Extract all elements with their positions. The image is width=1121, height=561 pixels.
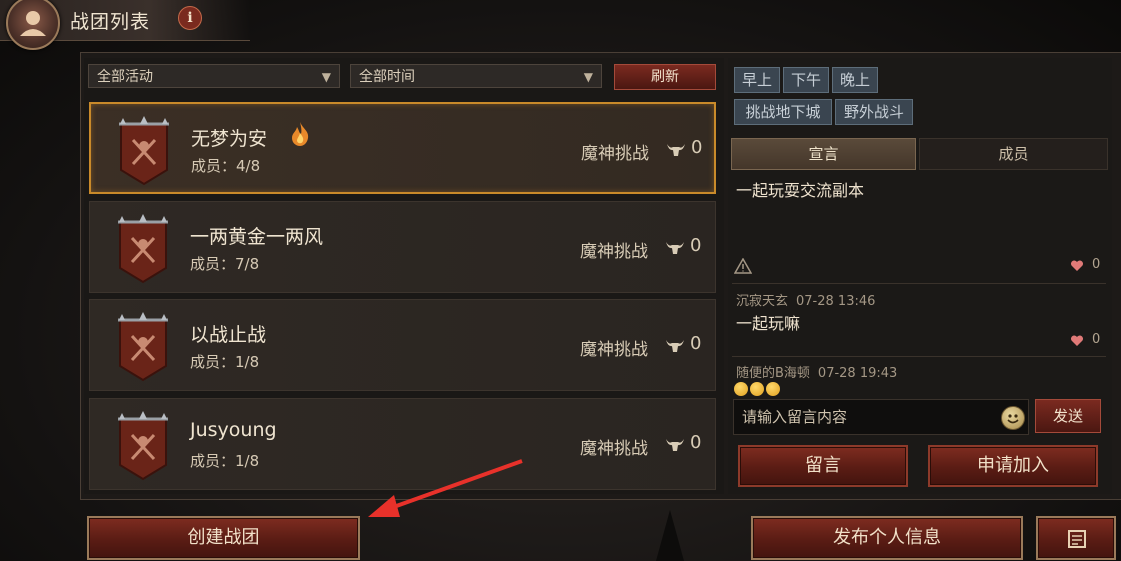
comment-text: 一起玩嘛 <box>736 314 801 333</box>
bull-skull-icon <box>666 439 684 451</box>
message-input[interactable] <box>733 399 1029 435</box>
pointer-arrow-icon <box>368 459 523 517</box>
leave-message-button[interactable]: 留言 <box>738 445 908 487</box>
tab-members[interactable]: 成员 <box>919 138 1108 170</box>
team-count: 0 <box>690 235 702 256</box>
bull-skull-icon <box>667 144 685 156</box>
bull-skull-icon <box>666 242 684 254</box>
divider <box>732 356 1106 357</box>
fire-icon <box>292 122 309 146</box>
comment-time: 07-28 19:43 <box>817 366 898 381</box>
tag-dungeon: 挑战地下城 <box>734 99 832 125</box>
team-row[interactable]: 以战止战 成员：1/8 魔神挑战 0 <box>89 299 716 391</box>
team-row[interactable]: 一两黄金一两风 成员：7/8 魔神挑战 0 <box>89 201 716 293</box>
refresh-button[interactable]: 刷新 <box>614 64 716 90</box>
team-members: 成员：1/8 <box>190 353 260 371</box>
team-count: 0 <box>690 333 702 354</box>
apply-join-button[interactable]: 申请加入 <box>928 445 1098 487</box>
guild-avatar-icon[interactable] <box>6 0 60 50</box>
report-icon[interactable] <box>734 258 752 274</box>
comment-meta: 沉寂天玄 07-28 13:46 <box>736 290 875 309</box>
emoji-picker-icon[interactable] <box>1001 406 1025 430</box>
team-name: Jusyoung <box>190 419 277 441</box>
like-count: 0 <box>1092 332 1101 347</box>
comment-author: 沉寂天玄 <box>736 294 789 309</box>
team-banner-icon <box>118 411 168 481</box>
tag-evening: 晚上 <box>832 67 878 93</box>
tag-afternoon: 下午 <box>783 67 829 93</box>
divider <box>732 283 1106 284</box>
time-filter-value: 全部时间 <box>359 69 415 85</box>
background-spike <box>656 510 684 561</box>
team-banner-icon <box>119 116 169 186</box>
team-activity: 魔神挑战 <box>581 144 649 164</box>
team-activity: 魔神挑战 <box>580 242 648 262</box>
emoji-icon <box>766 382 780 396</box>
tag-wild-battle: 野外战斗 <box>835 99 913 125</box>
emoji-icon <box>750 382 764 396</box>
publish-info-button[interactable]: 发布个人信息 <box>751 516 1023 560</box>
declaration-text: 一起玩耍交流副本 <box>736 181 865 200</box>
comment-meta: 随便的B海顿 07-28 19:43 <box>736 362 897 381</box>
page-title: 战团列表 <box>70 11 151 33</box>
comment-time: 07-28 13:46 <box>796 294 876 309</box>
team-row[interactable]: 无梦为安 成员：4/8 魔神挑战 0 <box>89 102 716 194</box>
info-icon[interactable]: i <box>178 6 202 30</box>
activity-filter-select[interactable]: 全部活动 ▼ <box>88 64 340 88</box>
team-members: 成员：4/8 <box>191 157 261 175</box>
team-count: 0 <box>691 137 703 158</box>
team-activity: 魔神挑战 <box>580 439 648 459</box>
team-name: 无梦为安 <box>191 128 268 150</box>
scroll-icon <box>1068 530 1086 548</box>
heart-icon[interactable] <box>1070 335 1084 347</box>
create-team-button[interactable]: 创建战团 <box>87 516 360 560</box>
bull-skull-icon <box>666 340 684 352</box>
team-members: 成员：1/8 <box>190 452 260 470</box>
tab-declaration[interactable]: 宣言 <box>731 138 916 170</box>
send-button[interactable]: 发送 <box>1035 399 1101 433</box>
emoji-icon <box>734 382 748 396</box>
team-banner-icon <box>118 312 168 382</box>
heart-icon[interactable] <box>1070 260 1084 272</box>
team-count: 0 <box>690 432 702 453</box>
chevron-down-icon: ▼ <box>583 70 593 84</box>
side-menu-button[interactable] <box>1036 516 1116 560</box>
comment-emoji-row <box>734 381 782 400</box>
team-name: 一两黄金一两风 <box>190 226 324 248</box>
activity-filter-value: 全部活动 <box>97 69 153 85</box>
time-filter-select[interactable]: 全部时间 ▼ <box>350 64 602 88</box>
team-activity: 魔神挑战 <box>580 340 648 360</box>
tag-morning: 早上 <box>734 67 780 93</box>
team-banner-icon <box>118 214 168 284</box>
comment-author: 随便的B海顿 <box>736 366 810 381</box>
chevron-down-icon: ▼ <box>321 70 331 84</box>
team-members: 成员：7/8 <box>190 255 260 273</box>
team-name: 以战止战 <box>190 324 267 346</box>
like-count: 0 <box>1092 257 1101 272</box>
